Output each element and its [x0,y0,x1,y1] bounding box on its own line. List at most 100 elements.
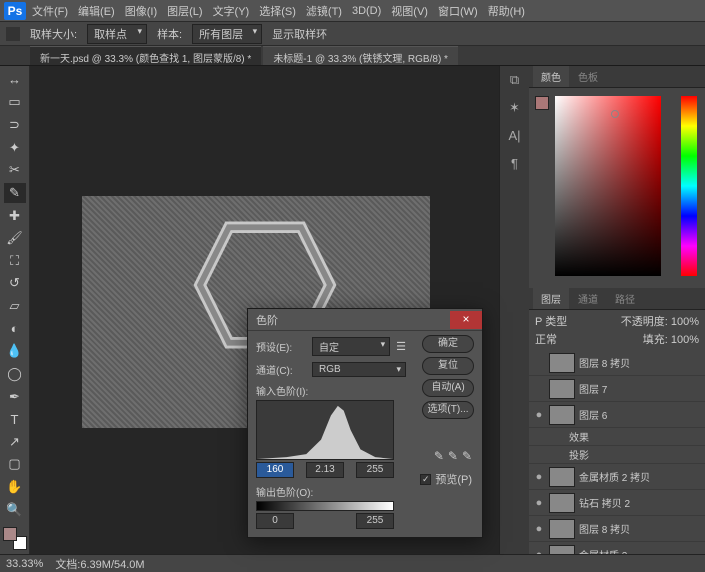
visibility-icon[interactable]: ● [533,471,545,483]
layer-row[interactable]: ●金属材质 2 [529,542,705,554]
layer-thumbnail[interactable] [549,493,575,513]
histogram[interactable] [256,400,394,460]
reset-button[interactable]: 复位 [422,357,474,375]
hand-tool-icon[interactable]: ✋ [4,477,26,497]
history-panel-icon[interactable]: ⧉ [506,72,524,88]
wand-tool-icon[interactable]: ✦ [4,138,26,158]
para-panel-icon[interactable]: ¶ [506,156,524,172]
gamma-input[interactable]: 2.13 [306,462,344,478]
output-white-input[interactable]: 255 [356,513,394,529]
layer-thumbnail[interactable] [549,405,575,425]
menu-help[interactable]: 帮助(H) [488,3,525,19]
channel-select[interactable]: RGB [312,362,406,377]
hue-slider[interactable] [681,96,697,276]
layer-name[interactable]: 图层 8 拷贝 [579,521,701,536]
layer-name[interactable]: 图层 6 [579,407,701,422]
white-eyedropper-icon[interactable]: ✎ [462,449,472,463]
layer-name[interactable]: 钻石 拷贝 2 [579,495,701,510]
dodge-tool-icon[interactable]: ◯ [4,364,26,384]
preset-menu-icon[interactable]: ☰ [396,340,406,353]
layers-tab[interactable]: 图层 [533,288,569,309]
ok-button[interactable]: 确定 [422,335,474,353]
current-color-swatch[interactable] [535,96,549,110]
marquee-tool-icon[interactable]: ▭ [4,93,26,113]
lasso-tool-icon[interactable]: ⊃ [4,115,26,135]
menu-image[interactable]: 图像(I) [125,3,157,19]
move-tool-icon[interactable]: ↔ [4,70,26,90]
icon-dock: ⧉ ✶ A| ¶ [499,66,529,554]
menu-window[interactable]: 窗口(W) [438,3,478,19]
eraser-tool-icon[interactable]: ▱ [4,296,26,316]
output-black-input[interactable]: 0 [256,513,294,529]
crop-tool-icon[interactable]: ✂ [4,161,26,181]
show-ring-checkbox[interactable]: 显示取样环 [272,26,327,42]
sample-size-select[interactable]: 取样点 [87,24,147,44]
layer-row[interactable]: 图层 7 [529,376,705,402]
preview-checkbox[interactable]: ✓预览(P) [420,471,472,487]
black-eyedropper-icon[interactable]: ✎ [434,449,444,463]
type-tool-icon[interactable]: T [4,409,26,429]
menu-select[interactable]: 选择(S) [259,3,296,19]
shape-tool-icon[interactable]: ▢ [4,455,26,475]
gradient-tool-icon[interactable]: ◐ [4,319,26,339]
zoom-tool-icon[interactable]: 🔍 [4,500,26,520]
menu-filter[interactable]: 滤镜(T) [306,3,342,19]
layer-thumbnail[interactable] [549,545,575,555]
paths-tab[interactable]: 路径 [607,288,643,309]
layer-row[interactable]: ● 图层 6 [529,402,705,428]
doc-tab-0[interactable]: 新一天.psd @ 33.3% (颜色查找 1, 图层蒙版/8) * [30,46,261,65]
menu-view[interactable]: 视图(V) [391,3,428,19]
layer-name[interactable]: 图层 7 [579,381,701,396]
layer-thumbnail[interactable] [549,519,575,539]
auto-button[interactable]: 自动(A) [422,379,474,397]
layer-row[interactable]: ● 图层 8 拷贝 [529,516,705,542]
layer-name[interactable]: 金属材质 2 拷贝 [579,469,701,484]
brush-panel-icon[interactable]: ✶ [506,100,524,116]
layer-thumbnail[interactable] [549,353,575,373]
color-swatches[interactable] [3,527,27,551]
color-picker[interactable] [529,88,705,288]
color-field[interactable] [555,96,661,276]
options-bar: 取样大小: 取样点 样本: 所有图层 显示取样环 [0,22,705,46]
menu-edit[interactable]: 编辑(E) [78,3,115,19]
layer-list[interactable]: 图层 8 拷贝图层 7●图层 6效果投影●金属材质 2 拷贝●钻石 拷贝 2●图… [529,350,705,554]
sample-select[interactable]: 所有图层 [192,24,262,44]
history-brush-icon[interactable]: ↺ [4,274,26,294]
layer-thumbnail[interactable] [549,467,575,487]
layer-name[interactable]: 图层 8 拷贝 [579,355,701,370]
options-button[interactable]: 选项(T)... [422,401,474,419]
preset-select[interactable]: 自定 [312,337,390,356]
layer-row[interactable]: ● 金属材质 2 拷贝 [529,464,705,490]
layer-row[interactable]: 图层 8 拷贝 [529,350,705,376]
menu-type[interactable]: 文字(Y) [213,3,250,19]
doc-info: 文档:6.39M/54.0M [55,556,144,572]
layer-thumbnail[interactable] [549,379,575,399]
eyedropper-tool-icon[interactable]: ✎ [4,183,26,203]
path-tool-icon[interactable]: ↗ [4,432,26,452]
visibility-icon[interactable]: ● [533,409,545,421]
close-icon[interactable]: × [450,311,482,329]
menu-layer[interactable]: 图层(L) [167,3,202,19]
menu-3d[interactable]: 3D(D) [352,5,381,17]
pen-tool-icon[interactable]: ✒ [4,387,26,407]
channels-tab[interactable]: 通道 [570,288,606,309]
gray-eyedropper-icon[interactable]: ✎ [448,449,458,463]
char-panel-icon[interactable]: A| [506,128,524,144]
stamp-tool-icon[interactable]: ⛶ [4,251,26,271]
heal-tool-icon[interactable]: ✚ [4,206,26,226]
menu-file[interactable]: 文件(F) [32,3,68,19]
doc-tab-1[interactable]: 未标题-1 @ 33.3% (铁锈文理, RGB/8) * [263,46,458,65]
layer-row[interactable]: ● 钻石 拷贝 2 [529,490,705,516]
brush-tool-icon[interactable]: 🖌 [4,228,26,248]
tool-preset-icon[interactable] [6,27,20,41]
zoom-level[interactable]: 33.33% [6,558,43,570]
white-point-input[interactable]: 255 [356,462,394,478]
black-point-input[interactable]: 160 [256,462,294,478]
output-gradient[interactable] [256,501,394,511]
layer-name[interactable]: 金属材质 2 [579,547,701,554]
visibility-icon[interactable]: ● [533,523,545,535]
color-tab[interactable]: 颜色 [533,66,569,87]
visibility-icon[interactable]: ● [533,497,545,509]
swatches-tab[interactable]: 色板 [570,66,606,87]
blur-tool-icon[interactable]: 💧 [4,342,26,362]
